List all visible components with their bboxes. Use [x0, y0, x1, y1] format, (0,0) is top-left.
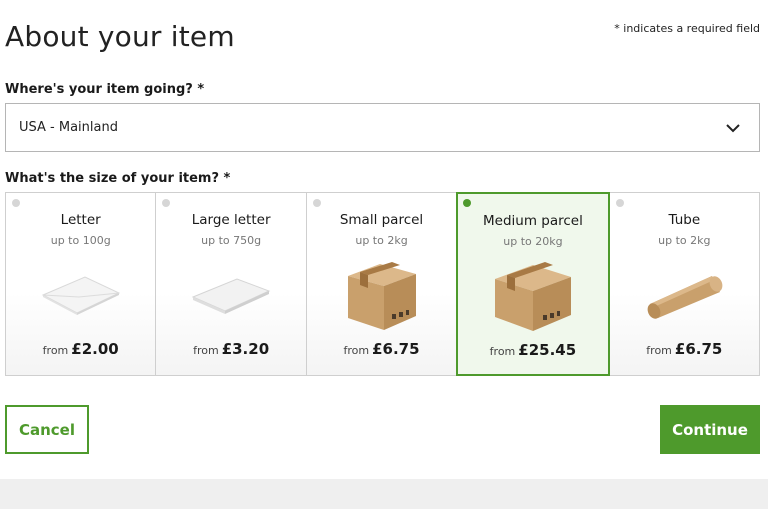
- price-amount: £2.00: [71, 340, 119, 358]
- price-amount: £6.75: [674, 340, 723, 358]
- option-name: Letter: [60, 212, 101, 228]
- size-options: Letter up to 100g from £2.00 Large letter…: [5, 192, 761, 376]
- size-label: What's the size of your item? *: [5, 171, 231, 186]
- radio-dot: [615, 199, 624, 207]
- radio-dot: [162, 199, 171, 207]
- option-price: from £6.75: [307, 340, 456, 358]
- option-price: from £2.00: [6, 340, 155, 358]
- radio-dot: [12, 199, 20, 207]
- required-field-note: * indicates a required field: [614, 22, 760, 35]
- destination-select[interactable]: USA - Mainland: [5, 103, 760, 152]
- option-price: from £3.20: [156, 340, 305, 358]
- size-option-medium-parcel[interactable]: Medium parcel up to 20kg from £25.45: [456, 192, 610, 376]
- option-weight: up to 20kg: [503, 235, 563, 248]
- price-prefix: from: [646, 344, 672, 357]
- option-name: Medium parcel: [482, 213, 583, 229]
- size-option-tube[interactable]: Tube up to 2kg from £6.75: [608, 192, 761, 376]
- destination-label: Where's your item going? *: [5, 82, 205, 97]
- price-prefix: from: [193, 344, 219, 357]
- chevron-down-icon: [726, 124, 740, 133]
- price-prefix: from: [489, 345, 516, 358]
- radio-dot-selected: [463, 199, 472, 207]
- size-option-letter[interactable]: Letter up to 100g from £2.00: [5, 192, 157, 376]
- option-weight: up to 2kg: [658, 234, 711, 247]
- price-amount: £3.20: [221, 340, 270, 358]
- price-amount: £6.75: [372, 340, 420, 358]
- size-option-small-parcel[interactable]: Small parcel up to 2kg from £6.75: [305, 192, 458, 376]
- option-weight: up to 750g: [201, 234, 262, 247]
- price-prefix: from: [42, 344, 69, 357]
- size-option-large-letter[interactable]: Large letter up to 750g from £3.20: [155, 192, 307, 376]
- option-weight: up to 100g: [50, 234, 111, 247]
- envelope-icon: [41, 276, 120, 315]
- cancel-button[interactable]: Cancel: [5, 405, 89, 454]
- parcel-box-icon: [494, 262, 571, 331]
- continue-button[interactable]: Continue: [660, 405, 760, 454]
- tube-icon: [647, 276, 723, 319]
- option-weight: up to 2kg: [355, 234, 408, 247]
- price-amount: £25.45: [518, 341, 577, 359]
- parcel-box-icon: [347, 262, 416, 330]
- large-letter-icon: [191, 278, 271, 314]
- page-title: About your item: [5, 20, 235, 53]
- option-price: from £6.75: [610, 340, 759, 358]
- option-name: Small parcel: [339, 212, 424, 228]
- option-name: Large letter: [191, 212, 271, 228]
- option-name: Tube: [668, 212, 701, 228]
- footer-band: [0, 479, 768, 509]
- option-price: from £25.45: [458, 341, 607, 359]
- radio-dot: [312, 199, 321, 207]
- price-prefix: from: [343, 344, 370, 357]
- destination-value: USA - Mainland: [19, 120, 118, 135]
